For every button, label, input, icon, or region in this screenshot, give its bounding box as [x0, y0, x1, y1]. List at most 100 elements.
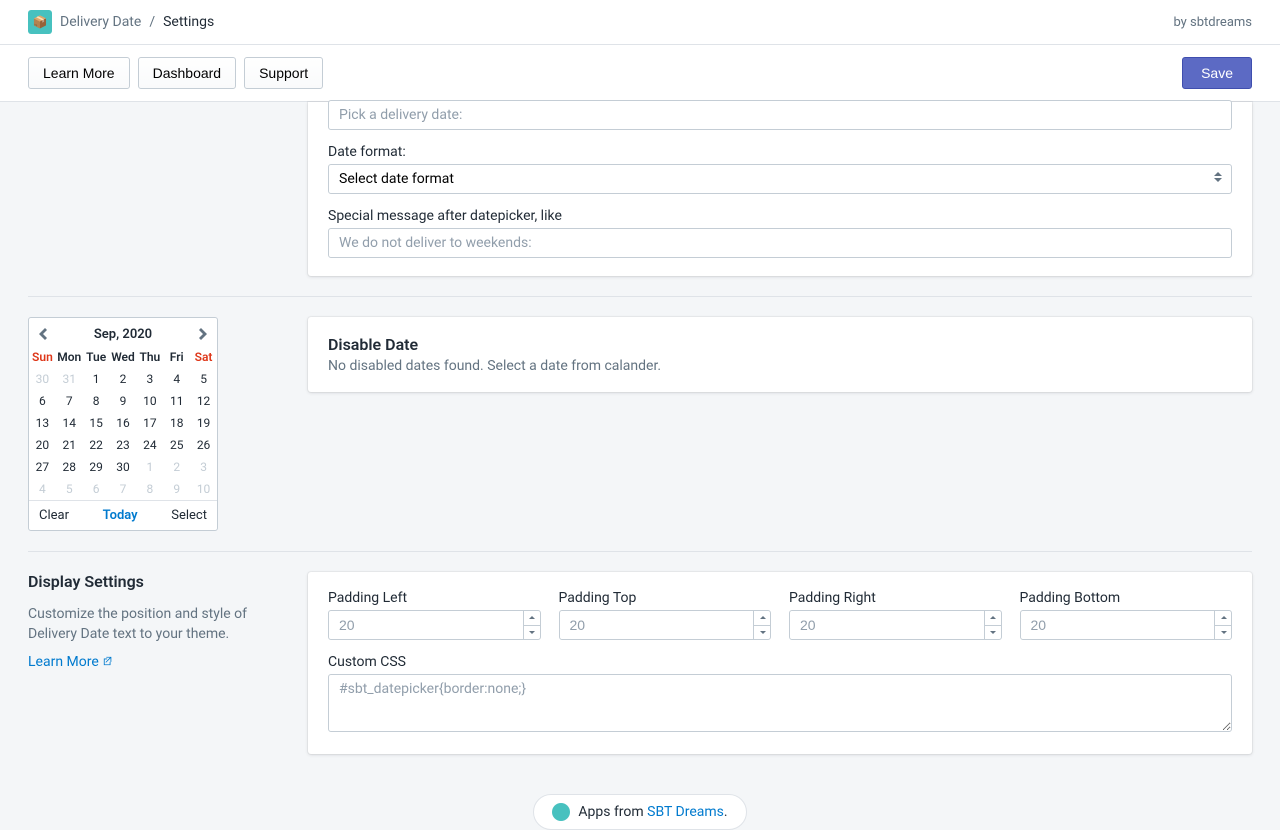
calendar-day[interactable]: 9 — [163, 478, 190, 500]
calendar-day[interactable]: 1 — [83, 368, 110, 390]
padding-left-input[interactable] — [328, 610, 541, 640]
breadcrumb-page: Settings — [163, 14, 214, 30]
date-format-select[interactable]: Select date format — [328, 164, 1232, 194]
calendar-day[interactable]: 13 — [29, 412, 56, 434]
calendar-day[interactable]: 4 — [29, 478, 56, 500]
custom-css-input[interactable] — [328, 674, 1232, 732]
padding-right-input[interactable] — [789, 610, 1002, 640]
save-button[interactable]: Save — [1182, 57, 1252, 89]
calendar-day[interactable]: 24 — [136, 434, 163, 456]
calendar-day[interactable]: 17 — [136, 412, 163, 434]
calendar-day[interactable]: 16 — [110, 412, 137, 434]
stepper-down[interactable] — [524, 625, 541, 641]
calendar-day[interactable]: 8 — [136, 478, 163, 500]
calendar-day[interactable]: 19 — [190, 412, 217, 434]
custom-css-label: Custom CSS — [328, 654, 1232, 670]
calendar-day[interactable]: 6 — [83, 478, 110, 500]
calendar-day[interactable]: 27 — [29, 456, 56, 478]
calendar-next[interactable] — [195, 326, 211, 342]
calendar-dow: Tue — [83, 346, 110, 368]
calendar-day[interactable]: 8 — [83, 390, 110, 412]
calendar-day[interactable]: 4 — [163, 368, 190, 390]
display-settings-card: Padding Left Padding Top — [308, 572, 1252, 754]
stepper-down[interactable] — [985, 625, 1002, 641]
calendar-dow: Sat — [190, 346, 217, 368]
calendar-day[interactable]: 3 — [190, 456, 217, 478]
calendar-dow: Mon — [56, 346, 83, 368]
padding-bottom-input[interactable] — [1020, 610, 1233, 640]
stepper-down[interactable] — [1215, 625, 1232, 641]
disable-date-title: Disable Date — [328, 335, 1232, 354]
calendar-day[interactable]: 12 — [190, 390, 217, 412]
calendar-day[interactable]: 14 — [56, 412, 83, 434]
breadcrumb: 📦 Delivery Date / Settings — [28, 10, 214, 34]
calendar-day[interactable]: 10 — [190, 478, 217, 500]
padding-top-input[interactable] — [559, 610, 772, 640]
stepper-up[interactable] — [985, 610, 1002, 625]
stepper-up[interactable] — [1215, 610, 1232, 625]
padding-right-label: Padding Right — [789, 590, 1002, 606]
stepper-down[interactable] — [754, 625, 771, 641]
disable-date-msg: No disabled dates found. Select a date f… — [328, 358, 1232, 374]
footer-prefix: Apps from — [578, 804, 647, 820]
calendar-dow: Sun — [29, 346, 56, 368]
calendar-day[interactable]: 7 — [56, 390, 83, 412]
calendar-prev[interactable] — [35, 326, 51, 342]
stepper-up[interactable] — [754, 610, 771, 625]
calendar-day[interactable]: 22 — [83, 434, 110, 456]
calendar-day[interactable]: 11 — [163, 390, 190, 412]
calendar-today[interactable]: Today — [103, 508, 138, 523]
calendar-dow: Wed — [110, 346, 137, 368]
support-button[interactable]: Support — [244, 57, 323, 89]
calendar-day[interactable]: 31 — [56, 368, 83, 390]
calendar-day[interactable]: 30 — [110, 456, 137, 478]
calendar-day[interactable]: 10 — [136, 390, 163, 412]
calendar-day[interactable]: 29 — [83, 456, 110, 478]
calendar-day[interactable]: 6 — [29, 390, 56, 412]
calendar-day[interactable]: 30 — [29, 368, 56, 390]
calendar-day[interactable]: 2 — [163, 456, 190, 478]
calendar-day[interactable]: 5 — [190, 368, 217, 390]
calendar-day[interactable]: 23 — [110, 434, 137, 456]
byline: by sbtdreams — [1173, 15, 1252, 30]
calendar-day[interactable]: 26 — [190, 434, 217, 456]
display-settings-desc: Customize the position and style of Deli… — [28, 605, 268, 644]
app-header: 📦 Delivery Date / Settings by sbtdreams — [0, 0, 1280, 45]
learn-more-button[interactable]: Learn More — [28, 57, 130, 89]
stepper-up[interactable] — [524, 610, 541, 625]
calendar-dow: Thu — [136, 346, 163, 368]
form-card: Date format: Select date format Special … — [308, 102, 1252, 276]
padding-left-label: Padding Left — [328, 590, 541, 606]
divider — [28, 296, 1252, 297]
calendar-day[interactable]: 7 — [110, 478, 137, 500]
calendar-day[interactable]: 3 — [136, 368, 163, 390]
footer-brand-link[interactable]: SBT Dreams — [647, 804, 724, 820]
calendar-day[interactable]: 9 — [110, 390, 137, 412]
calendar-clear[interactable]: Clear — [39, 508, 69, 523]
display-settings-title: Display Settings — [28, 572, 268, 591]
calendar-select[interactable]: Select — [171, 508, 207, 523]
pick-date-input[interactable] — [328, 100, 1232, 130]
display-learn-more-link[interactable]: Learn More — [28, 654, 113, 670]
calendar-day[interactable]: 20 — [29, 434, 56, 456]
calendar-day[interactable]: 21 — [56, 434, 83, 456]
calendar-day[interactable]: 15 — [83, 412, 110, 434]
brand-icon — [552, 803, 570, 821]
special-msg-label: Special message after datepicker, like — [328, 208, 1232, 224]
calendar-day[interactable]: 18 — [163, 412, 190, 434]
calendar-day[interactable]: 28 — [56, 456, 83, 478]
calendar-day[interactable]: 25 — [163, 434, 190, 456]
dashboard-button[interactable]: Dashboard — [138, 57, 237, 89]
footer-badge: Apps from SBT Dreams. — [533, 794, 746, 830]
breadcrumb-app[interactable]: Delivery Date — [60, 14, 141, 30]
calendar-day[interactable]: 1 — [136, 456, 163, 478]
calendar-title[interactable]: Sep, 2020 — [94, 327, 152, 342]
external-link-icon — [103, 654, 113, 664]
calendar-day[interactable]: 5 — [56, 478, 83, 500]
toolbar: Learn More Dashboard Support Save — [0, 45, 1280, 102]
special-msg-input[interactable] — [328, 228, 1232, 258]
divider — [28, 551, 1252, 552]
breadcrumb-sep: / — [149, 14, 155, 30]
disable-date-card: Disable Date No disabled dates found. Se… — [308, 317, 1252, 392]
calendar-day[interactable]: 2 — [110, 368, 137, 390]
